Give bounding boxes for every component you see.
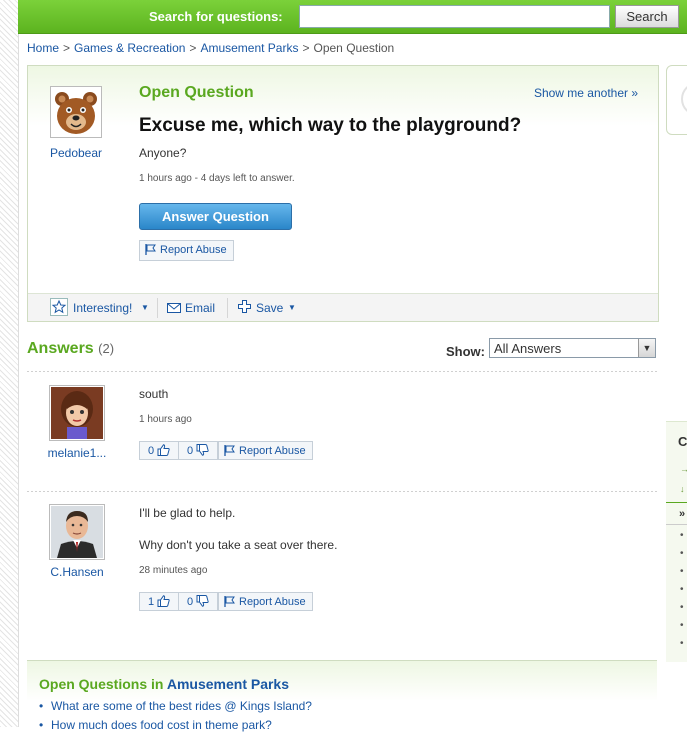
flag-icon — [224, 444, 235, 463]
report-abuse-label: Report Abuse — [239, 445, 306, 457]
question-panel: Pedobear Open Question Show me another »… — [27, 65, 659, 322]
email-button[interactable]: Email — [185, 301, 215, 315]
show-another-link[interactable]: Show me another » — [534, 86, 638, 100]
question-body: Anyone? — [139, 146, 187, 160]
open-questions-category-link[interactable]: Amusement Parks — [167, 676, 289, 692]
side-panel: C → ↓ » • • • • • • • — [666, 421, 687, 662]
thumbs-up-button[interactable]: 0 — [139, 441, 179, 460]
email-icon — [167, 302, 181, 316]
thumbs-down-icon — [196, 595, 209, 614]
thumbs-down-icon — [196, 444, 209, 463]
interesting-star-icon — [50, 298, 68, 319]
question-report-abuse-button[interactable]: Report Abuse — [139, 240, 234, 261]
answers-heading: Answers (2) — [27, 340, 115, 357]
bullet-icon: • — [680, 566, 684, 577]
circle-icon — [681, 82, 687, 116]
divider — [27, 371, 657, 372]
answer-author-avatar[interactable] — [49, 504, 105, 560]
thumbs-up-button[interactable]: 1 — [139, 592, 179, 611]
thumbs-up-count: 0 — [147, 445, 155, 457]
interesting-button[interactable]: Interesting! — [73, 301, 132, 315]
breadcrumb-home[interactable]: Home — [27, 41, 59, 55]
save-plus-icon — [238, 300, 251, 316]
breadcrumb-games-recreation[interactable]: Games & Recreation — [74, 41, 185, 55]
page-left-stripe — [0, 0, 19, 727]
bullet-icon: • — [680, 602, 684, 613]
arrow-down-icon: ↓ — [680, 484, 685, 494]
answer-report-abuse-button[interactable]: Report Abuse — [218, 441, 313, 460]
side-card — [666, 65, 687, 135]
side-panel-marker: » — [679, 508, 686, 520]
thumbs-down-button[interactable]: 0 — [178, 592, 218, 611]
show-filter-value: All Answers — [494, 341, 562, 356]
arrow-right-icon: → — [680, 464, 687, 474]
question-status: Open Question — [139, 84, 254, 101]
thumbs-down-button[interactable]: 0 — [178, 441, 218, 460]
answer-text: south — [139, 387, 169, 401]
question-timestamp: 1 hours ago - 4 days left to answer. — [139, 173, 295, 184]
answer-text: I'll be glad to help. — [139, 506, 236, 520]
thumbs-up-icon — [157, 444, 170, 463]
bullet-icon: • — [680, 638, 684, 649]
report-abuse-label: Report Abuse — [239, 596, 306, 608]
question-actions-bar: Interesting! ▼ Email Save ▼ — [28, 293, 658, 321]
search-label: Search for questions: — [149, 9, 283, 24]
answer-question-button[interactable]: Answer Question — [139, 203, 292, 230]
thumbs-up-icon — [157, 595, 170, 614]
side-panel-letter: C — [678, 434, 687, 449]
open-question-link[interactable]: How much does food cost in theme park? — [39, 718, 312, 737]
question-author-avatar[interactable] — [50, 86, 102, 138]
thumbs-up-count: 1 — [147, 596, 155, 608]
answer-timestamp: 28 minutes ago — [139, 565, 208, 576]
answers-count: (2) — [98, 341, 115, 356]
flag-icon — [145, 243, 156, 262]
flag-icon — [224, 595, 235, 614]
answer-author-avatar[interactable] — [49, 385, 105, 441]
search-button[interactable]: Search — [615, 5, 679, 28]
open-questions-title: Open Questions in Amusement Parks — [39, 676, 290, 692]
save-button[interactable]: Save — [256, 301, 283, 315]
chevron-down-icon[interactable]: ▼ — [288, 303, 296, 312]
search-input[interactable] — [299, 5, 610, 28]
thumbs-down-count: 0 — [186, 445, 194, 457]
question-author-name[interactable]: Pedobear — [28, 146, 124, 160]
bullet-icon: • — [680, 530, 684, 541]
answer-text: Why don't you take a seat over there. — [139, 538, 338, 552]
divider — [27, 491, 657, 492]
thumbs-down-count: 0 — [186, 596, 194, 608]
report-abuse-label: Report Abuse — [160, 244, 227, 256]
search-bar: Search for questions: Search — [18, 0, 687, 34]
show-filter-select[interactable]: All Answers ▼ — [489, 338, 656, 358]
open-questions-list: What are some of the best rides @ Kings … — [39, 699, 312, 737]
open-question-link[interactable]: What are some of the best rides @ Kings … — [39, 699, 312, 718]
bullet-icon: • — [680, 548, 684, 559]
bullet-icon: • — [680, 584, 684, 595]
chevron-down-icon[interactable]: ▼ — [638, 339, 655, 357]
breadcrumb-current: Open Question — [313, 41, 395, 55]
show-filter-label: Show: — [446, 344, 485, 359]
question-title: Excuse me, which way to the playground? — [139, 115, 522, 136]
answer-author-name[interactable]: melanie1... — [27, 446, 127, 460]
breadcrumb-amusement-parks[interactable]: Amusement Parks — [200, 41, 298, 55]
answer-report-abuse-button[interactable]: Report Abuse — [218, 592, 313, 611]
breadcrumb: Home > Games & Recreation > Amusement Parks >… — [27, 41, 395, 55]
chevron-down-icon[interactable]: ▼ — [141, 303, 149, 312]
bullet-icon: • — [680, 620, 684, 631]
open-questions-panel: Open Questions in Amusement Parks What a… — [27, 660, 657, 732]
answer-author-name[interactable]: C.Hansen — [27, 565, 127, 579]
answer-timestamp: 1 hours ago — [139, 414, 192, 425]
